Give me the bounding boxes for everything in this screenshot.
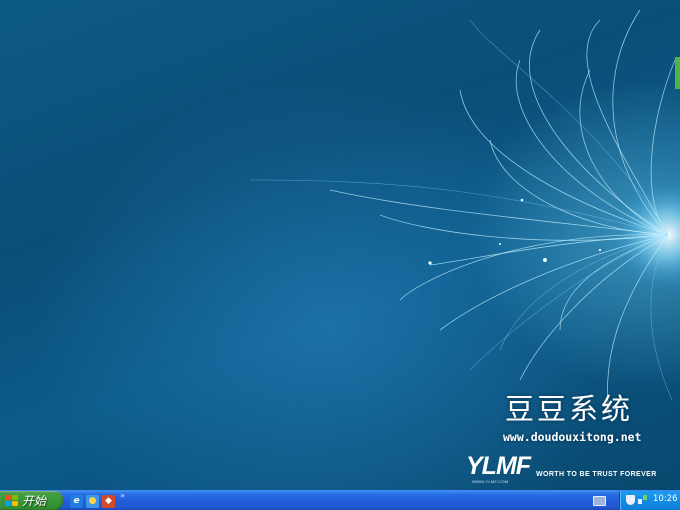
edge-indicator — [675, 57, 680, 89]
brand-chinese-title: 豆豆系统 — [505, 392, 634, 426]
internet-explorer-icon[interactable]: e — [70, 494, 83, 508]
logo-small-text: WWW.YLMF.COM — [472, 479, 509, 484]
qq-icon[interactable]: ● — [86, 494, 99, 508]
start-label: 开始 — [22, 494, 47, 508]
user-icon[interactable]: ◆ — [102, 494, 115, 508]
desktop-wallpaper: 豆豆系统 www.doudouxitong.net YLMF WORTH TO … — [0, 0, 680, 490]
windows-logo-icon — [5, 494, 18, 507]
taskbar: 开始 e ● ◆ » 10:26 — [0, 490, 680, 510]
network-icon[interactable] — [638, 494, 647, 505]
security-shield-icon[interactable] — [626, 495, 635, 505]
brand-url: www.doudouxitong.net — [503, 430, 642, 444]
quick-launch-bar: e ● ◆ — [70, 493, 115, 509]
keyboard-icon[interactable] — [593, 496, 606, 506]
logo-mark: YLMF — [466, 452, 531, 480]
quick-launch-chevron[interactable]: » — [120, 491, 125, 500]
logo-tagline: WORTH TO BE TRUST FOREVER — [536, 471, 657, 478]
start-button[interactable]: 开始 — [0, 491, 63, 510]
ylmf-logo: YLMF WORTH TO BE TRUST FOREVER WWW.YLMF.… — [466, 452, 676, 486]
system-tray: 10:26 — [619, 491, 680, 510]
clock[interactable]: 10:26 — [653, 494, 678, 504]
